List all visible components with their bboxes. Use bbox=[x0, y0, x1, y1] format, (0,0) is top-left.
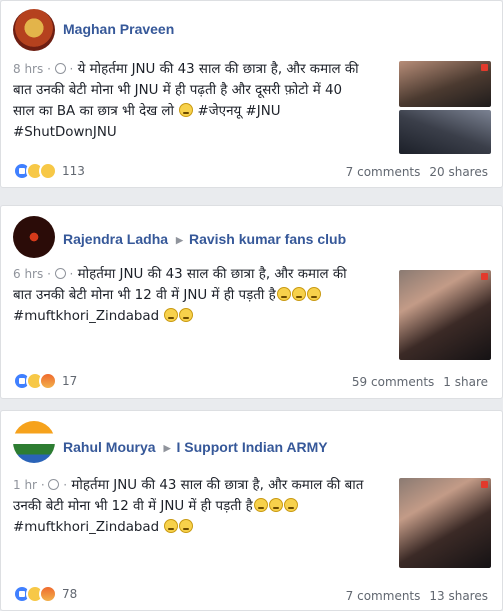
emoji-icon bbox=[283, 498, 298, 512]
grinning-emoji-icon bbox=[179, 308, 194, 322]
emoji-icon bbox=[291, 287, 306, 301]
reaction-summary[interactable]: 113 bbox=[13, 162, 85, 180]
author-name[interactable]: Rahul Mourya bbox=[63, 439, 156, 455]
post-card: Rahul Mourya ▶ I Support Indian ARMY 1 hr … bbox=[0, 410, 503, 611]
post-header: Maghan Praveen bbox=[63, 21, 174, 37]
post-text: 8 hrs · · ये मोहर्तमा JNU की 43 साल की छ… bbox=[13, 59, 388, 143]
post-photo[interactable] bbox=[399, 110, 491, 154]
post-time[interactable]: 8 hrs bbox=[13, 62, 43, 76]
grinning-emoji-icon bbox=[164, 308, 179, 322]
author-name[interactable]: Rajendra Ladha bbox=[63, 231, 168, 247]
shares-link[interactable]: 20 shares bbox=[429, 165, 488, 179]
post-header: Rahul Mourya ▶ I Support Indian ARMY bbox=[63, 439, 328, 455]
text-line: उनकी बेटी मोना भी 12 वी में JNU में ही प… bbox=[13, 499, 253, 514]
post-photo[interactable] bbox=[399, 270, 491, 360]
post-header: Rajendra Ladha ▶ Ravish kumar fans club bbox=[63, 231, 346, 247]
post-meta: 8 hrs · · bbox=[13, 62, 74, 76]
post-time[interactable]: 6 hrs bbox=[13, 267, 43, 281]
grinning-emoji-icon bbox=[164, 519, 179, 533]
emoji-icon bbox=[268, 498, 283, 512]
avatar[interactable] bbox=[13, 216, 55, 258]
hashtag-link[interactable]: #muftkhori_Zindabad bbox=[13, 309, 159, 324]
post-photo[interactable] bbox=[399, 61, 491, 107]
reaction-count[interactable]: 113 bbox=[62, 164, 85, 178]
avatar[interactable] bbox=[13, 9, 55, 51]
post-card: Maghan Praveen 8 hrs · · ये मोहर्तमा JNU… bbox=[0, 0, 503, 188]
author-name[interactable]: Maghan Praveen bbox=[63, 21, 174, 37]
text-line: मोहर्तमा JNU की 43 साल की छात्रा है, और … bbox=[77, 267, 347, 282]
hashtag-link[interactable]: #muftkhori_Zindabad bbox=[13, 520, 159, 535]
globe-icon bbox=[54, 63, 66, 74]
post-card: Rajendra Ladha ▶ Ravish kumar fans club 6 … bbox=[0, 205, 503, 399]
group-name[interactable]: Ravish kumar fans club bbox=[189, 231, 346, 247]
emoji-icon bbox=[253, 498, 268, 512]
comments-link[interactable]: 7 comments bbox=[346, 165, 421, 179]
text-line: साल का BA का छात्र भी देख लो bbox=[13, 104, 174, 119]
caret-right-icon: ▶ bbox=[176, 235, 183, 245]
grinning-emoji-icon bbox=[179, 519, 194, 533]
emoji-icon bbox=[276, 287, 291, 301]
sad-reaction-icon bbox=[39, 162, 57, 180]
post-stats: 7 comments 20 shares bbox=[346, 165, 488, 179]
reaction-count[interactable]: 78 bbox=[62, 587, 77, 601]
post-stats: 59 comments 1 share bbox=[352, 375, 488, 389]
text-line: बात उनकी बेटी मोना भी 12 वी में JNU में … bbox=[13, 288, 276, 303]
post-text: 6 hrs · · मोहर्तमा JNU की 43 साल की छात्… bbox=[13, 264, 388, 327]
hashtag-link[interactable]: #ShutDownJNU bbox=[13, 125, 117, 140]
post-time[interactable]: 1 hr bbox=[13, 478, 37, 492]
text-line: मोहर्तमा JNU की 43 साल की छात्रा है, और … bbox=[71, 478, 364, 493]
reaction-summary[interactable]: 78 bbox=[13, 585, 77, 603]
post-photo[interactable] bbox=[399, 478, 491, 568]
shares-link[interactable]: 13 shares bbox=[429, 589, 488, 603]
angry-reaction-icon bbox=[39, 372, 57, 390]
reaction-summary[interactable]: 17 bbox=[13, 372, 77, 390]
post-meta: 1 hr · · bbox=[13, 478, 68, 492]
tag-icon bbox=[481, 481, 488, 488]
group-name[interactable]: I Support Indian ARMY bbox=[177, 439, 328, 455]
post-stats: 7 comments 13 shares bbox=[346, 589, 488, 603]
shares-link[interactable]: 1 share bbox=[443, 375, 488, 389]
angry-reaction-icon bbox=[39, 585, 57, 603]
avatar[interactable] bbox=[13, 421, 55, 463]
tag-icon bbox=[481, 64, 488, 71]
tag-icon bbox=[481, 273, 488, 280]
comments-link[interactable]: 7 comments bbox=[346, 589, 421, 603]
post-meta: 6 hrs · · bbox=[13, 267, 74, 281]
post-text: 1 hr · · मोहर्तमा JNU की 43 साल की छात्र… bbox=[13, 475, 388, 538]
reaction-count[interactable]: 17 bbox=[62, 374, 77, 388]
comments-link[interactable]: 59 comments bbox=[352, 375, 434, 389]
text-line: बात उनकी बेटी मोना भी JNU में ही पढ़ती ह… bbox=[13, 83, 343, 98]
globe-icon bbox=[54, 268, 66, 279]
text-line: ये मोहर्तमा JNU की 43 साल की छात्रा है, … bbox=[77, 62, 359, 77]
laughing-emoji-icon bbox=[179, 103, 194, 117]
emoji-icon bbox=[306, 287, 321, 301]
hashtag-link[interactable]: #जेएनयू #JNU bbox=[198, 104, 281, 119]
globe-icon bbox=[48, 479, 60, 490]
caret-right-icon: ▶ bbox=[163, 443, 171, 453]
